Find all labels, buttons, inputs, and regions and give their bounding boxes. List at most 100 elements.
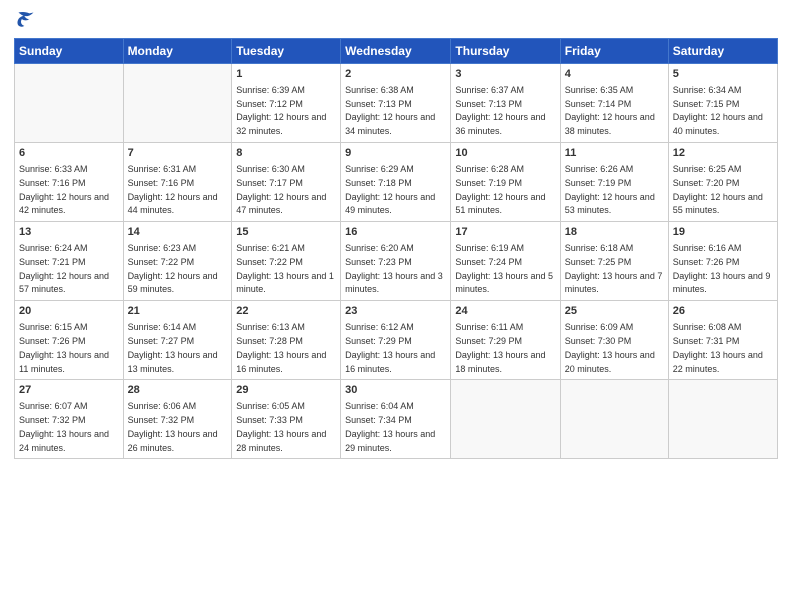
- weekday-header-row: SundayMondayTuesdayWednesdayThursdayFrid…: [15, 39, 778, 64]
- day-number: 15: [236, 225, 336, 240]
- day-info: Sunrise: 6:35 AM Sunset: 7:14 PM Dayligh…: [565, 85, 655, 136]
- day-info: Sunrise: 6:07 AM Sunset: 7:32 PM Dayligh…: [19, 401, 109, 452]
- day-info: Sunrise: 6:30 AM Sunset: 7:17 PM Dayligh…: [236, 164, 326, 215]
- day-number: 27: [19, 383, 119, 398]
- calendar-cell: [668, 380, 777, 459]
- day-info: Sunrise: 6:08 AM Sunset: 7:31 PM Dayligh…: [673, 322, 763, 373]
- day-info: Sunrise: 6:28 AM Sunset: 7:19 PM Dayligh…: [455, 164, 545, 215]
- calendar-cell: 27 Sunrise: 6:07 AM Sunset: 7:32 PM Dayli…: [15, 380, 124, 459]
- day-info: Sunrise: 6:39 AM Sunset: 7:12 PM Dayligh…: [236, 85, 326, 136]
- calendar-cell: 25 Sunrise: 6:09 AM Sunset: 7:30 PM Dayli…: [560, 301, 668, 380]
- day-number: 13: [19, 225, 119, 240]
- day-info: Sunrise: 6:05 AM Sunset: 7:33 PM Dayligh…: [236, 401, 326, 452]
- weekday-header-wednesday: Wednesday: [341, 39, 451, 64]
- day-number: 1: [236, 67, 336, 82]
- weekday-header-sunday: Sunday: [15, 39, 124, 64]
- day-number: 12: [673, 146, 773, 161]
- day-number: 5: [673, 67, 773, 82]
- day-number: 23: [345, 304, 446, 319]
- day-info: Sunrise: 6:20 AM Sunset: 7:23 PM Dayligh…: [345, 243, 443, 294]
- day-info: Sunrise: 6:18 AM Sunset: 7:25 PM Dayligh…: [565, 243, 663, 294]
- calendar-cell: 7 Sunrise: 6:31 AM Sunset: 7:16 PM Daylig…: [123, 143, 232, 222]
- calendar-cell: 12 Sunrise: 6:25 AM Sunset: 7:20 PM Dayli…: [668, 143, 777, 222]
- calendar-cell: 5 Sunrise: 6:34 AM Sunset: 7:15 PM Daylig…: [668, 64, 777, 143]
- day-number: 18: [565, 225, 664, 240]
- day-number: 20: [19, 304, 119, 319]
- calendar-cell: 17Sunrise: 6:19 AM Sunset: 7:24 PM Dayli…: [451, 222, 560, 301]
- day-info: Sunrise: 6:37 AM Sunset: 7:13 PM Dayligh…: [455, 85, 545, 136]
- day-info: Sunrise: 6:25 AM Sunset: 7:20 PM Dayligh…: [673, 164, 763, 215]
- day-info: Sunrise: 6:12 AM Sunset: 7:29 PM Dayligh…: [345, 322, 435, 373]
- calendar-cell: [15, 64, 124, 143]
- day-number: 8: [236, 146, 336, 161]
- day-number: 7: [128, 146, 228, 161]
- calendar-cell: 18 Sunrise: 6:18 AM Sunset: 7:25 PM Dayli…: [560, 222, 668, 301]
- calendar-cell: 6Sunrise: 6:33 AM Sunset: 7:16 PM Daylig…: [15, 143, 124, 222]
- day-info: Sunrise: 6:14 AM Sunset: 7:27 PM Dayligh…: [128, 322, 218, 373]
- calendar-cell: 26Sunrise: 6:08 AM Sunset: 7:31 PM Dayli…: [668, 301, 777, 380]
- calendar-cell: 14Sunrise: 6:23 AM Sunset: 7:22 PM Dayli…: [123, 222, 232, 301]
- calendar-cell: 19 Sunrise: 6:16 AM Sunset: 7:26 PM Dayli…: [668, 222, 777, 301]
- calendar-cell: 13 Sunrise: 6:24 AM Sunset: 7:21 PM Dayli…: [15, 222, 124, 301]
- calendar-cell: 15 Sunrise: 6:21 AM Sunset: 7:22 PM Dayli…: [232, 222, 341, 301]
- day-info: Sunrise: 6:26 AM Sunset: 7:19 PM Dayligh…: [565, 164, 655, 215]
- day-info: Sunrise: 6:16 AM Sunset: 7:26 PM Dayligh…: [673, 243, 771, 294]
- day-info: Sunrise: 6:29 AM Sunset: 7:18 PM Dayligh…: [345, 164, 435, 215]
- day-info: Sunrise: 6:09 AM Sunset: 7:30 PM Dayligh…: [565, 322, 655, 373]
- calendar-cell: 30 Sunrise: 6:04 AM Sunset: 7:34 PM Dayli…: [341, 380, 451, 459]
- logo: [14, 10, 36, 30]
- day-info: Sunrise: 6:21 AM Sunset: 7:22 PM Dayligh…: [236, 243, 334, 294]
- day-info: Sunrise: 6:24 AM Sunset: 7:21 PM Dayligh…: [19, 243, 109, 294]
- calendar-cell: 23 Sunrise: 6:12 AM Sunset: 7:29 PM Dayli…: [341, 301, 451, 380]
- weekday-header-friday: Friday: [560, 39, 668, 64]
- calendar-cell: 11Sunrise: 6:26 AM Sunset: 7:19 PM Dayli…: [560, 143, 668, 222]
- calendar-cell: [123, 64, 232, 143]
- weekday-header-saturday: Saturday: [668, 39, 777, 64]
- day-info: Sunrise: 6:34 AM Sunset: 7:15 PM Dayligh…: [673, 85, 763, 136]
- day-info: Sunrise: 6:19 AM Sunset: 7:24 PM Dayligh…: [455, 243, 553, 294]
- day-number: 6: [19, 146, 119, 161]
- calendar-cell: 1 Sunrise: 6:39 AM Sunset: 7:12 PM Daylig…: [232, 64, 341, 143]
- week-row-1: 1 Sunrise: 6:39 AM Sunset: 7:12 PM Daylig…: [15, 64, 778, 143]
- week-row-3: 13 Sunrise: 6:24 AM Sunset: 7:21 PM Dayli…: [15, 222, 778, 301]
- calendar-cell: [560, 380, 668, 459]
- day-number: 2: [345, 67, 446, 82]
- calendar-cell: 24Sunrise: 6:11 AM Sunset: 7:29 PM Dayli…: [451, 301, 560, 380]
- day-info: Sunrise: 6:15 AM Sunset: 7:26 PM Dayligh…: [19, 322, 109, 373]
- page: SundayMondayTuesdayWednesdayThursdayFrid…: [0, 0, 792, 612]
- day-number: 29: [236, 383, 336, 398]
- calendar-cell: [451, 380, 560, 459]
- day-info: Sunrise: 6:04 AM Sunset: 7:34 PM Dayligh…: [345, 401, 435, 452]
- week-row-5: 27 Sunrise: 6:07 AM Sunset: 7:32 PM Dayli…: [15, 380, 778, 459]
- day-number: 10: [455, 146, 555, 161]
- day-number: 3: [455, 67, 555, 82]
- calendar-cell: 10 Sunrise: 6:28 AM Sunset: 7:19 PM Dayli…: [451, 143, 560, 222]
- day-info: Sunrise: 6:31 AM Sunset: 7:16 PM Dayligh…: [128, 164, 218, 215]
- calendar-table: SundayMondayTuesdayWednesdayThursdayFrid…: [14, 38, 778, 459]
- day-number: 21: [128, 304, 228, 319]
- day-number: 4: [565, 67, 664, 82]
- day-number: 28: [128, 383, 228, 398]
- day-number: 24: [455, 304, 555, 319]
- calendar-cell: 16 Sunrise: 6:20 AM Sunset: 7:23 PM Dayli…: [341, 222, 451, 301]
- calendar-cell: 28 Sunrise: 6:06 AM Sunset: 7:32 PM Dayli…: [123, 380, 232, 459]
- calendar-cell: 22Sunrise: 6:13 AM Sunset: 7:28 PM Dayli…: [232, 301, 341, 380]
- weekday-header-thursday: Thursday: [451, 39, 560, 64]
- day-number: 19: [673, 225, 773, 240]
- calendar-cell: 3 Sunrise: 6:37 AM Sunset: 7:13 PM Daylig…: [451, 64, 560, 143]
- day-number: 16: [345, 225, 446, 240]
- weekday-header-tuesday: Tuesday: [232, 39, 341, 64]
- day-info: Sunrise: 6:06 AM Sunset: 7:32 PM Dayligh…: [128, 401, 218, 452]
- calendar-cell: 29 Sunrise: 6:05 AM Sunset: 7:33 PM Dayli…: [232, 380, 341, 459]
- calendar-cell: 4 Sunrise: 6:35 AM Sunset: 7:14 PM Daylig…: [560, 64, 668, 143]
- calendar-cell: 2 Sunrise: 6:38 AM Sunset: 7:13 PM Daylig…: [341, 64, 451, 143]
- weekday-header-monday: Monday: [123, 39, 232, 64]
- day-info: Sunrise: 6:23 AM Sunset: 7:22 PM Dayligh…: [128, 243, 218, 294]
- day-number: 30: [345, 383, 446, 398]
- day-info: Sunrise: 6:13 AM Sunset: 7:28 PM Dayligh…: [236, 322, 326, 373]
- week-row-4: 20 Sunrise: 6:15 AM Sunset: 7:26 PM Dayli…: [15, 301, 778, 380]
- calendar-cell: 8 Sunrise: 6:30 AM Sunset: 7:17 PM Daylig…: [232, 143, 341, 222]
- day-number: 25: [565, 304, 664, 319]
- logo-bird-icon: [16, 10, 36, 30]
- day-info: Sunrise: 6:38 AM Sunset: 7:13 PM Dayligh…: [345, 85, 435, 136]
